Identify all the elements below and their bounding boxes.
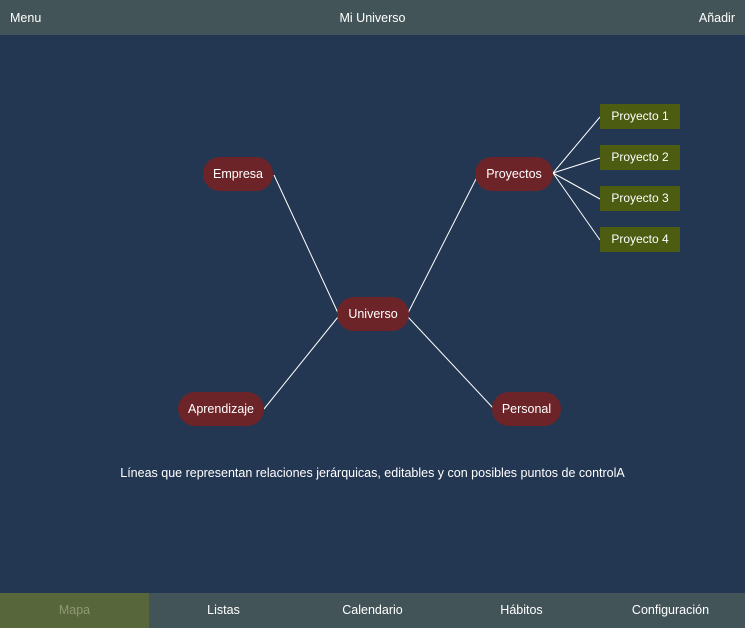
node-aprendizaje[interactable]: Aprendizaje bbox=[178, 392, 264, 426]
tab-configuracion[interactable]: Configuración bbox=[596, 593, 745, 628]
node-proyecto-1[interactable]: Proyecto 1 bbox=[600, 104, 680, 129]
link-universo-proyectos[interactable] bbox=[407, 174, 479, 314]
top-bar: Menu Mi Universo Añadir bbox=[0, 0, 745, 35]
map-caption: Líneas que representan relaciones jerárq… bbox=[120, 466, 625, 480]
node-proyecto-4[interactable]: Proyecto 4 bbox=[600, 227, 680, 252]
link-universo-empresa[interactable] bbox=[273, 174, 339, 314]
link-proyectos-proyecto-1[interactable] bbox=[552, 116, 601, 174]
bottom-tab-bar: Mapa Listas Calendario Hábitos Configura… bbox=[0, 593, 745, 628]
tab-mapa[interactable]: Mapa bbox=[0, 593, 149, 628]
mind-map-canvas[interactable]: Empresa Proyectos Universo Aprendizaje P… bbox=[0, 35, 745, 593]
tab-habitos[interactable]: Hábitos bbox=[447, 593, 596, 628]
tab-calendario[interactable]: Calendario bbox=[298, 593, 447, 628]
node-proyecto-3[interactable]: Proyecto 3 bbox=[600, 186, 680, 211]
link-universo-personal[interactable] bbox=[407, 316, 495, 410]
tab-listas[interactable]: Listas bbox=[149, 593, 298, 628]
link-universo-aprendizaje[interactable] bbox=[263, 316, 339, 410]
link-proyectos-proyecto-2[interactable] bbox=[552, 157, 601, 174]
node-proyecto-2[interactable]: Proyecto 2 bbox=[600, 145, 680, 170]
node-proyectos[interactable]: Proyectos bbox=[475, 157, 553, 191]
node-universo[interactable]: Universo bbox=[337, 297, 409, 331]
page-title: Mi Universo bbox=[339, 11, 406, 25]
node-empresa[interactable]: Empresa bbox=[203, 157, 273, 191]
link-proyectos-proyecto-3[interactable] bbox=[552, 172, 601, 200]
node-personal[interactable]: Personal bbox=[492, 392, 561, 426]
link-proyectos-proyecto-4[interactable] bbox=[552, 172, 601, 241]
add-button[interactable]: Añadir bbox=[699, 11, 735, 25]
